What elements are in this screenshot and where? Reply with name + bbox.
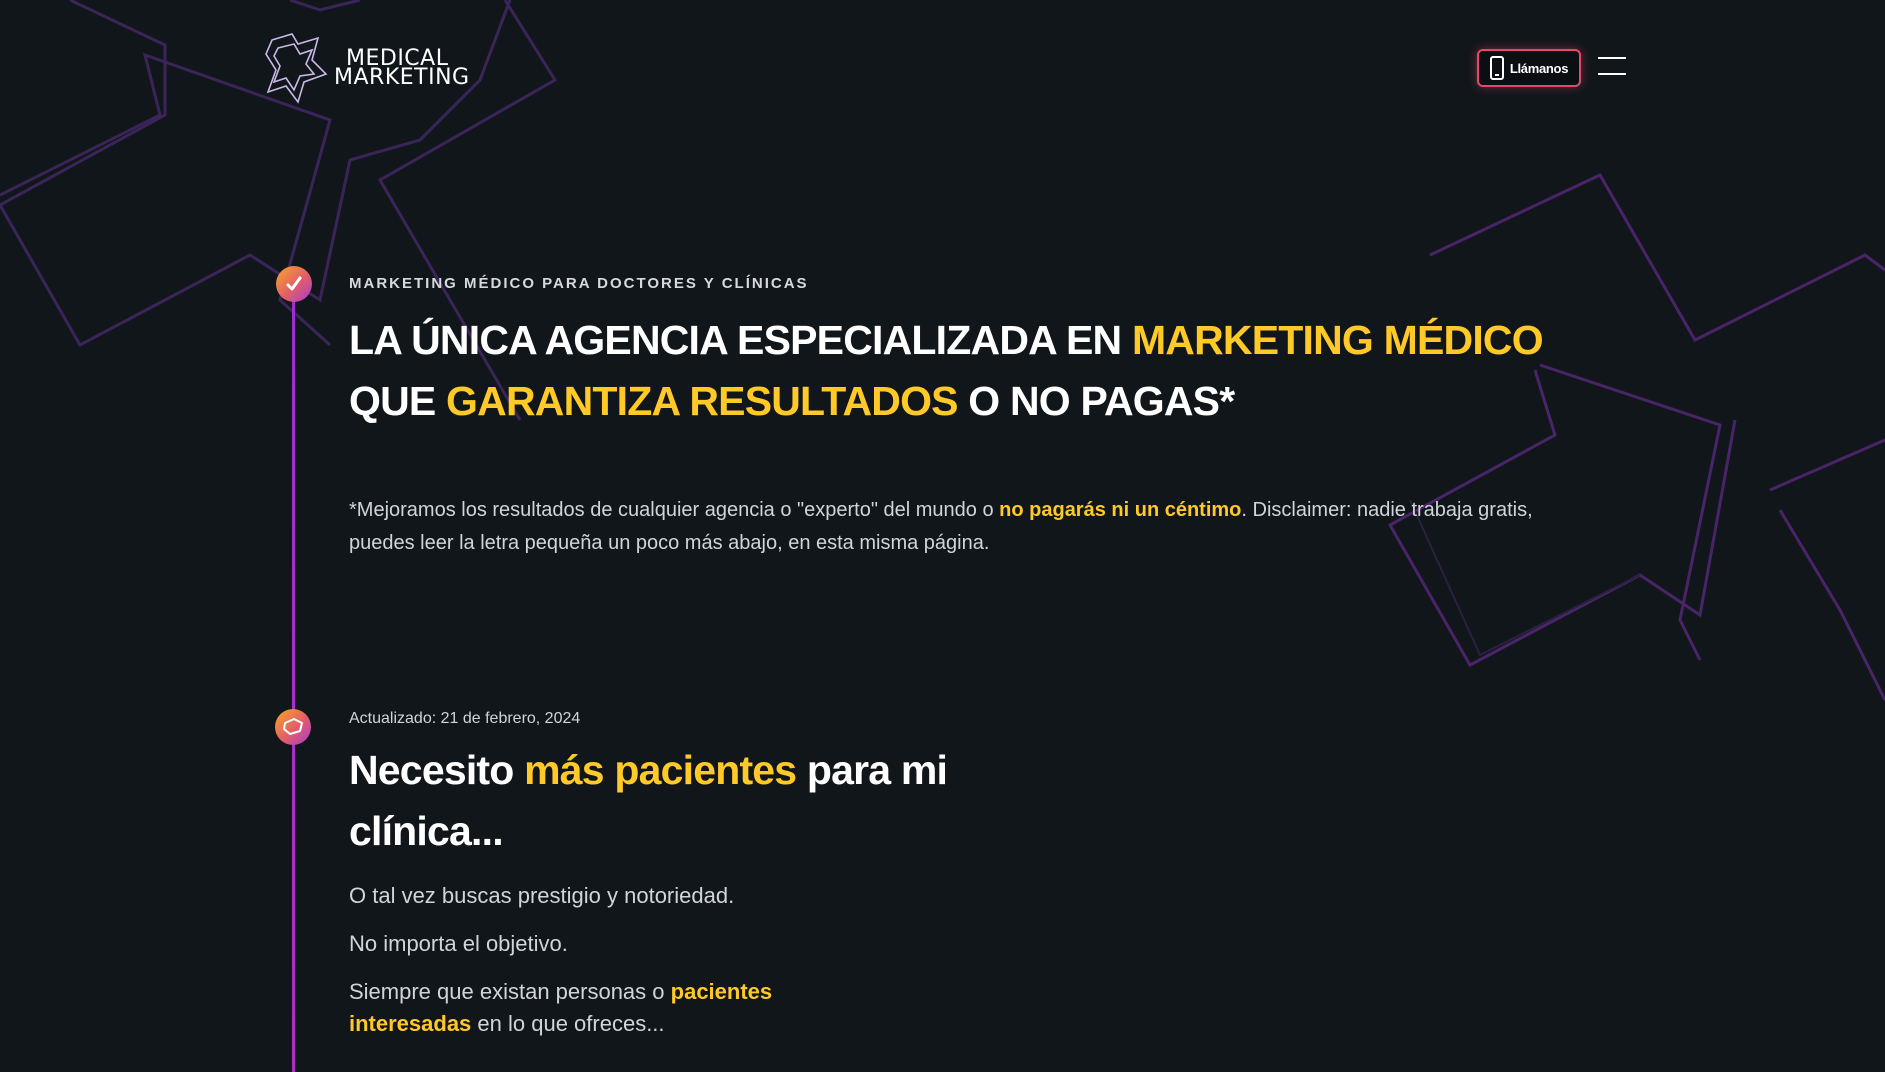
check-icon — [276, 266, 312, 302]
headline-text: QUE — [349, 378, 447, 424]
logo-mark-icon — [265, 33, 328, 104]
hero-disclaimer: *Mejoramos los resultados de cualquier a… — [349, 494, 1579, 560]
hamburger-icon-line — [1598, 57, 1626, 59]
headline-highlight: GARANTIZA RESULTADOS — [446, 378, 958, 424]
hero-headline: LA ÚNICA AGENCIA ESPECIALIZADA EN MARKET… — [349, 310, 1639, 432]
paragraph: Siempre que existan personas o pacientes… — [349, 976, 869, 1040]
updated-date: Actualizado: 21 de febrero, 2024 — [349, 710, 581, 727]
call-button[interactable]: Llámanos — [1477, 49, 1581, 87]
paragraph: No importa el objetivo. — [349, 931, 568, 956]
headline-text: LA ÚNICA AGENCIA ESPECIALIZADA EN — [349, 317, 1132, 363]
section-title-highlight: más pacientes — [524, 747, 797, 793]
hamburger-menu-button[interactable] — [1598, 57, 1626, 77]
logo-line-2: MARKETING — [334, 65, 470, 90]
hero-eyebrow: MARKETING MÉDICO PARA DOCTORES Y CLÍNICA… — [349, 275, 809, 292]
disclaimer-text: *Mejoramos los resultados de cualquier a… — [349, 499, 1000, 521]
paragraph-text: Siempre que existan personas o — [349, 979, 671, 1004]
hamburger-icon-line — [1598, 73, 1626, 75]
timeline-line — [292, 282, 295, 1072]
section-title-text: Necesito — [349, 747, 525, 793]
headline-text: O NO PAGAS* — [957, 378, 1235, 424]
logo-wordmark: MEDICAL MARKETING — [334, 48, 470, 90]
paragraph-text: en lo que ofreces... — [471, 1011, 665, 1036]
paragraph: O tal vez buscas prestigio y notoriedad. — [349, 883, 735, 908]
logo[interactable]: MEDICAL MARKETING — [264, 30, 470, 106]
call-button-label: Llámanos — [1509, 60, 1569, 76]
phone-icon — [1489, 56, 1504, 80]
shield-badge-icon — [275, 709, 311, 745]
section-title: Necesito más pacientes para mi clínica..… — [349, 740, 949, 862]
headline-highlight: MARKETING MÉDICO — [1131, 317, 1544, 363]
disclaimer-highlight: no pagarás ni un céntimo — [999, 499, 1242, 521]
